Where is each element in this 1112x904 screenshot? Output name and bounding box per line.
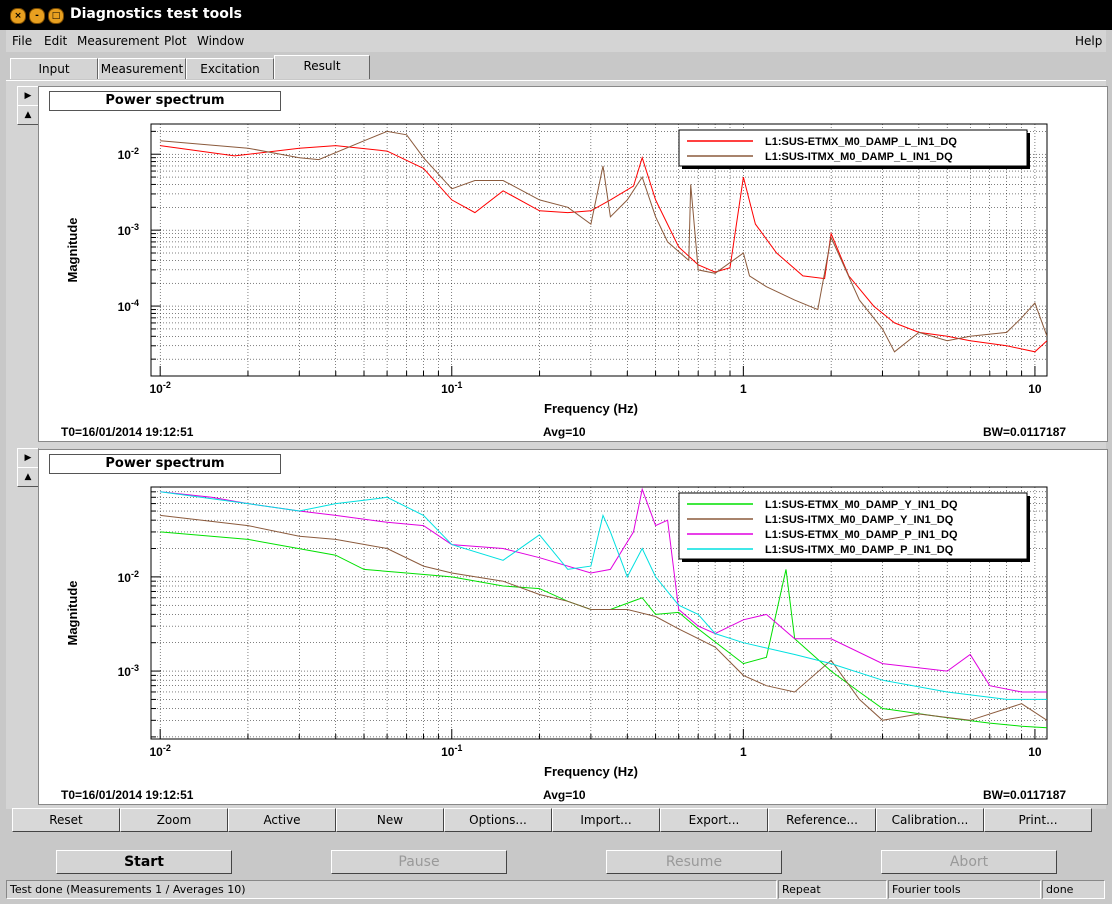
close-icon[interactable]: ×: [10, 8, 26, 24]
result-panel: ▶ ▲ ▶ ▲ Power spectrum 10-2 10-1 1 10 10-4 10…: [6, 80, 1108, 809]
status-state: done: [1042, 880, 1105, 899]
y-axis-label: Magnitude: [65, 218, 80, 283]
zoom-button[interactable]: Zoom: [120, 808, 228, 832]
menu-help[interactable]: Help: [1075, 34, 1102, 48]
tab-measurement[interactable]: Measurement: [98, 58, 186, 79]
legend-label: L1:SUS-ETMX_M0_DAMP_L_IN1_DQ: [765, 136, 957, 148]
import-button[interactable]: Import...: [552, 808, 660, 832]
options-button[interactable]: Options...: [444, 808, 552, 832]
tab-result[interactable]: Result: [274, 55, 370, 79]
t0-label: T0=16/01/2014 19:12:51: [61, 425, 194, 439]
reference-button[interactable]: Reference...: [768, 808, 876, 832]
y-axis-label: Magnitude: [65, 581, 80, 646]
x-tick-label: 10-2: [150, 743, 171, 759]
y-tick-label: 10-3: [118, 663, 139, 679]
export-button[interactable]: Export...: [660, 808, 768, 832]
x-tick-label: 10: [1028, 382, 1042, 396]
resume-button[interactable]: Resume: [606, 850, 782, 874]
bw-label: BW=0.0117187: [983, 788, 1067, 802]
plot-toolbar: Reset Zoom Active New Options... Import.…: [10, 808, 1104, 832]
reset-button[interactable]: Reset: [12, 808, 120, 832]
minimize-icon[interactable]: -: [29, 8, 45, 24]
x-tick-label: 10-2: [150, 380, 171, 396]
calibration-button[interactable]: Calibration...: [876, 808, 984, 832]
x-axis-label: Frequency (Hz): [544, 764, 638, 779]
window-title: Diagnostics test tools: [66, 6, 246, 22]
menu-bar: File Edit Measurement Plot Window Help: [6, 30, 1106, 52]
menu-measurement[interactable]: Measurement: [77, 34, 159, 48]
legend-label: L1:SUS-ITMX_M0_DAMP_L_IN1_DQ: [765, 151, 953, 163]
avg-label: Avg=10: [543, 788, 586, 802]
maximize-icon[interactable]: □: [48, 8, 64, 24]
legend-label: L1:SUS-ITMX_M0_DAMP_P_IN1_DQ: [765, 544, 954, 556]
x-tick-label: 10-1: [441, 380, 462, 396]
arrow-right-icon[interactable]: ▶: [17, 448, 39, 468]
tab-input[interactable]: Input: [10, 58, 98, 79]
menu-file[interactable]: File: [12, 34, 32, 48]
x-tick-label: 1: [740, 745, 747, 759]
legend-label: L1:SUS-ETMX_M0_DAMP_Y_IN1_DQ: [765, 499, 958, 511]
plot-pad-bottom[interactable]: Power spectrum 10-2 10-1 1 10 10-3 10-2 Freque…: [38, 449, 1108, 805]
x-axis-label: Frequency (Hz): [544, 401, 638, 416]
y-tick-label: 10-4: [118, 298, 139, 314]
avg-label: Avg=10: [543, 425, 586, 439]
y-tick-label: 10-2: [118, 146, 139, 162]
legend-label: L1:SUS-ETMX_M0_DAMP_P_IN1_DQ: [765, 529, 958, 541]
status-mode: Repeat: [778, 880, 887, 899]
x-tick-label: 10-1: [441, 743, 462, 759]
arrow-up-icon[interactable]: ▲: [17, 105, 39, 125]
new-button[interactable]: New: [336, 808, 444, 832]
menu-plot[interactable]: Plot: [164, 34, 187, 48]
spectrum-chart[interactable]: 10-2 10-1 1 10 10-4 10-3 10-2 Frequency (Hz) Mag…: [39, 87, 1107, 441]
menu-edit[interactable]: Edit: [44, 34, 67, 48]
menu-window[interactable]: Window: [197, 34, 244, 48]
x-tick-label: 10: [1028, 745, 1042, 759]
arrow-right-icon[interactable]: ▶: [17, 86, 39, 106]
status-message: Test done (Measurements 1 / Averages 10): [6, 880, 777, 899]
x-tick-label: 1: [740, 382, 747, 396]
pause-button[interactable]: Pause: [331, 850, 507, 874]
arrow-up-icon[interactable]: ▲: [17, 467, 39, 487]
tab-excitation[interactable]: Excitation: [186, 58, 274, 79]
plot-pad-top[interactable]: Power spectrum 10-2 10-1 1 10 10-4 10-3 10-2 Fr…: [38, 86, 1108, 442]
status-tool: Fourier tools: [888, 880, 1041, 899]
start-button[interactable]: Start: [56, 850, 232, 874]
bw-label: BW=0.0117187: [983, 425, 1067, 439]
spectrum-chart[interactable]: 10-2 10-1 1 10 10-3 10-2 Frequency (Hz) Magnitu…: [39, 450, 1107, 804]
print-button[interactable]: Print...: [984, 808, 1092, 832]
legend-label: L1:SUS-ITMX_M0_DAMP_Y_IN1_DQ: [765, 514, 954, 526]
t0-label: T0=16/01/2014 19:12:51: [61, 788, 194, 802]
y-tick-label: 10-2: [118, 569, 139, 585]
abort-button[interactable]: Abort: [881, 850, 1057, 874]
title-bar: × - □ Diagnostics test tools: [0, 0, 1112, 30]
active-button[interactable]: Active: [228, 808, 336, 832]
y-tick-label: 10-3: [118, 222, 139, 238]
tab-bar: Input Measurement Excitation Result: [6, 54, 1106, 80]
